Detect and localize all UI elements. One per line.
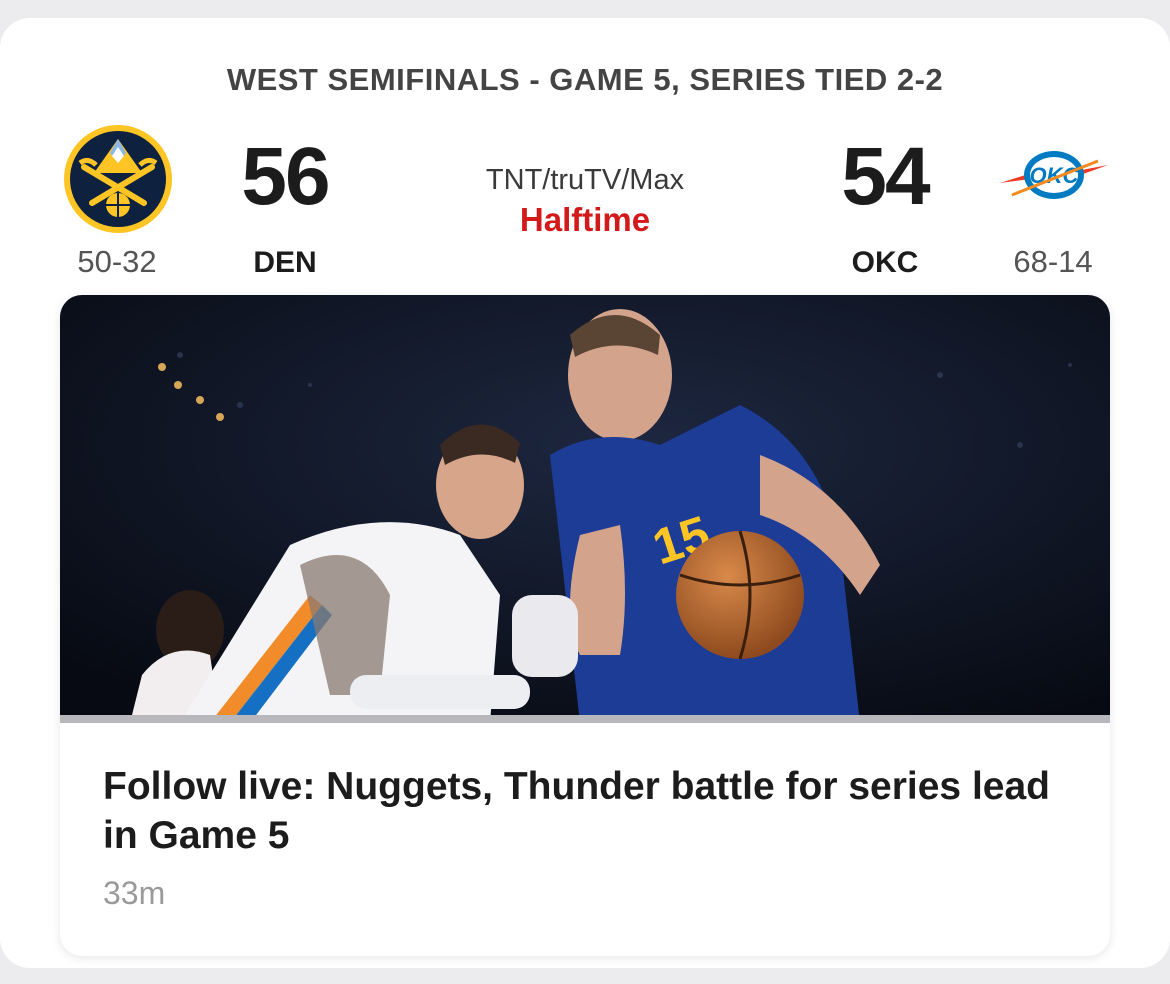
broadcast-network: TNT/truTV/Max (485, 164, 685, 196)
home-team-abbr: DEN (253, 246, 317, 279)
home-team-score: 56 (241, 131, 330, 222)
nuggets-logo-icon[interactable] (62, 123, 174, 235)
story-card[interactable]: 15 Follow live: Nuggets, Thunder battle … (60, 295, 1110, 956)
series-title: WEST SEMIFINALS - GAME 5, SERIES TIED 2-… (226, 62, 944, 97)
home-team-record: 50-32 (77, 244, 157, 279)
game-status: Halftime (519, 201, 651, 238)
away-team-record: 68-14 (1013, 244, 1093, 279)
story-timestamp: 33m (103, 875, 166, 911)
story-headline[interactable]: Follow live: Nuggets, Thunder battle for… (103, 762, 1063, 860)
game-action-photo[interactable]: 15 (60, 295, 1110, 723)
thunder-logo-icon[interactable]: OKC (998, 143, 1110, 213)
away-team-score: 54 (841, 131, 930, 222)
away-team-abbr: OKC (851, 246, 919, 279)
